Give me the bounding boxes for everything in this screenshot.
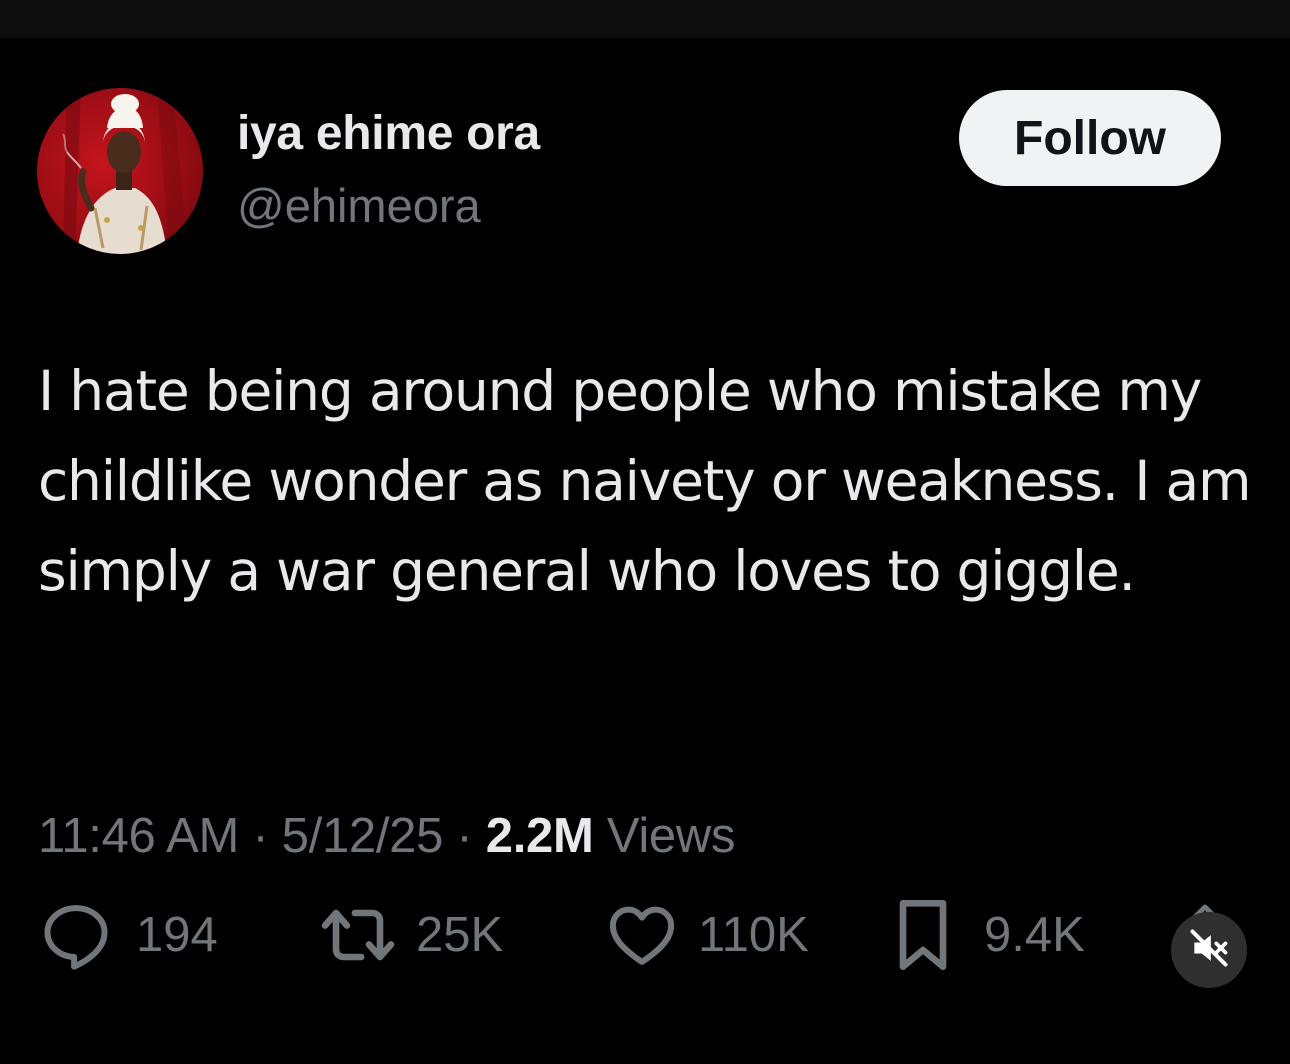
reply-icon bbox=[38, 897, 114, 973]
tweet-meta: 11:46 AM · 5/12/25 · 2.2M Views bbox=[38, 808, 735, 864]
like-button[interactable]: 110K bbox=[602, 890, 809, 980]
bookmark-button[interactable]: 9.4K bbox=[888, 890, 1085, 980]
muted-speaker-icon bbox=[1187, 926, 1231, 975]
meta-separator: · bbox=[252, 809, 269, 863]
tweet-time[interactable]: 11:46 AM bbox=[38, 809, 239, 863]
author-avatar[interactable] bbox=[37, 88, 203, 254]
bookmark-icon bbox=[888, 895, 958, 975]
tweet-actions: 194 25K 110K 9.4K bbox=[0, 890, 1290, 980]
reply-button[interactable]: 194 bbox=[38, 890, 218, 980]
tweet-text: I hate being around people who mistake m… bbox=[38, 359, 1252, 603]
reply-count: 194 bbox=[136, 908, 218, 962]
author-handle[interactable]: @ehimeora bbox=[237, 178, 481, 233]
repost-count: 25K bbox=[416, 908, 504, 962]
author-display-name[interactable]: iya ehime ora bbox=[237, 106, 540, 161]
mute-toggle-button[interactable] bbox=[1171, 912, 1247, 988]
like-count: 110K bbox=[698, 908, 809, 962]
top-strip bbox=[0, 0, 1290, 38]
views-label: Views bbox=[606, 809, 736, 863]
bookmark-count: 9.4K bbox=[984, 908, 1085, 962]
repost-icon bbox=[314, 897, 402, 973]
tweet-date[interactable]: 5/12/25 bbox=[282, 809, 444, 863]
meta-separator: · bbox=[456, 809, 473, 863]
repost-button[interactable]: 25K bbox=[314, 890, 503, 980]
views-count: 2.2M bbox=[485, 809, 594, 863]
heart-icon bbox=[602, 897, 682, 973]
follow-button[interactable]: Follow bbox=[959, 90, 1221, 186]
